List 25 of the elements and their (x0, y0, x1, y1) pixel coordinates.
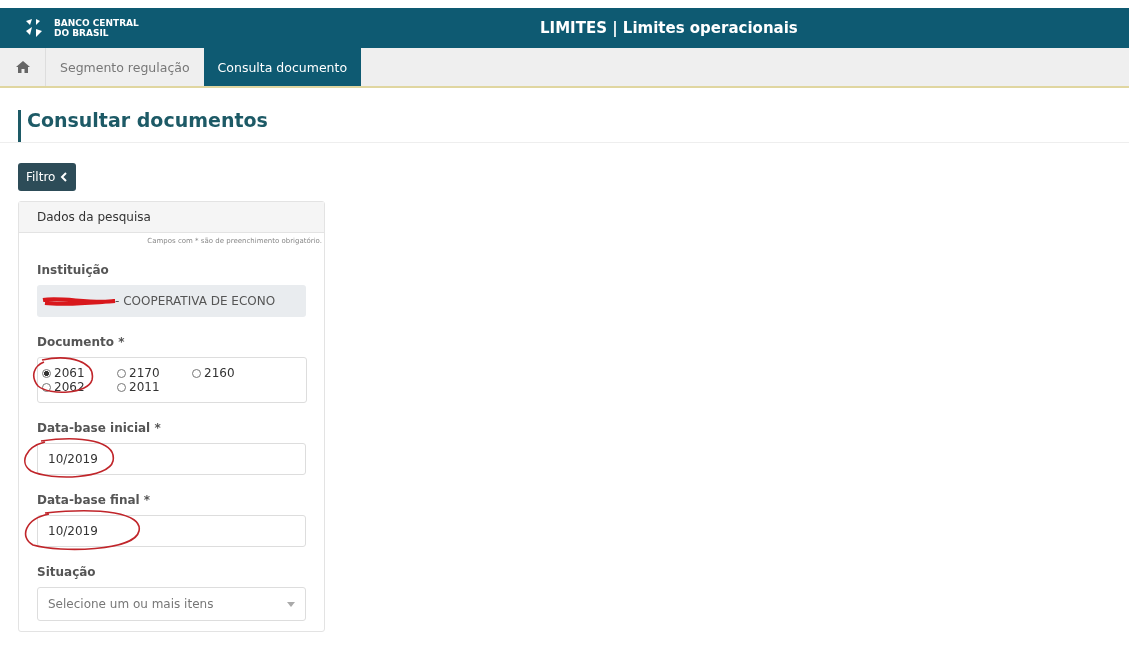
field-label: Documento * (37, 335, 126, 349)
logo-text: DO BRASIL (54, 28, 110, 38)
page-title: Consultar documentos (18, 110, 1129, 142)
field-label: Instituição (37, 263, 110, 277)
start-date-field[interactable]: 10/2019 (37, 443, 306, 475)
radio-option[interactable]: 2011 (117, 380, 192, 394)
logo-text: BANCO CENTRAL (54, 18, 139, 28)
caret-icon (287, 601, 295, 607)
filter-button[interactable]: Filtro (18, 163, 77, 191)
status-select[interactable]: Selecione um ou mais itens (37, 587, 306, 621)
panel-title: Dados da pesquisa (37, 210, 151, 224)
institution-field[interactable]: - COOPERATIVA DE ECONO (37, 285, 306, 317)
field-label: Situação (37, 565, 97, 579)
radio-option[interactable]: 2170 (117, 366, 192, 380)
home-icon (14, 60, 31, 74)
nav-tab[interactable]: Segmento regulação (46, 48, 204, 86)
nav-tab[interactable]: Consulta documento (203, 48, 362, 86)
radio-option[interactable]: 2061 (42, 366, 117, 380)
chevron-left-icon (60, 172, 69, 182)
end-date-field[interactable]: 10/2019 (37, 515, 306, 547)
app-title: LIMITES | Limites operacionais (540, 19, 798, 37)
radio-option[interactable]: 2062 (42, 380, 117, 394)
field-label: Data-base inicial * (37, 421, 162, 435)
field-label: Data-base final * (37, 493, 152, 507)
radio-option[interactable]: 2160 (192, 366, 267, 380)
